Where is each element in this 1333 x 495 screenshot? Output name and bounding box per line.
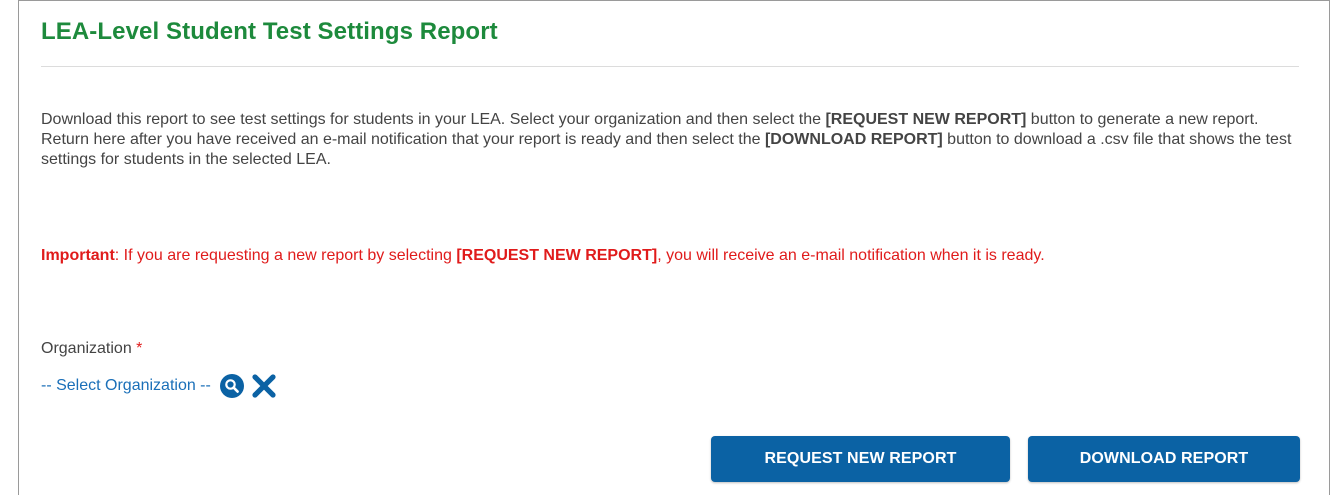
important-part-1: : If you are requesting a new report by … (114, 247, 457, 264)
download-report-button[interactable]: DOWNLOAD REPORT (1028, 436, 1300, 482)
important-notice: Important: If you are requesting a new r… (41, 244, 1303, 268)
request-new-report-button[interactable]: REQUEST NEW REPORT (711, 436, 1010, 482)
intro-request-bold: [REQUEST NEW REPORT] (825, 111, 1027, 128)
title-divider (41, 66, 1299, 67)
intro-download-bold: [DOWNLOAD REPORT] (764, 131, 943, 148)
report-panel: LEA-Level Student Test Settings Report D… (18, 0, 1330, 495)
close-icon[interactable] (251, 373, 277, 399)
organization-label: Organization * (41, 340, 142, 358)
page-title: LEA-Level Student Test Settings Report (41, 18, 498, 45)
organization-selector: -- Select Organization -- (41, 372, 277, 400)
intro-part-1: Download this report to see test setting… (41, 111, 826, 128)
search-icon[interactable] (219, 373, 245, 399)
important-label: Important (41, 247, 115, 264)
important-part-2: , you will receive an e-mail notificatio… (657, 247, 1045, 264)
intro-text: Download this report to see test setting… (41, 110, 1303, 170)
important-request-bold: [REQUEST NEW REPORT] (456, 247, 658, 264)
required-marker: * (136, 340, 143, 357)
select-organization-link[interactable]: -- Select Organization -- (41, 377, 211, 395)
organization-label-text: Organization (41, 340, 132, 357)
